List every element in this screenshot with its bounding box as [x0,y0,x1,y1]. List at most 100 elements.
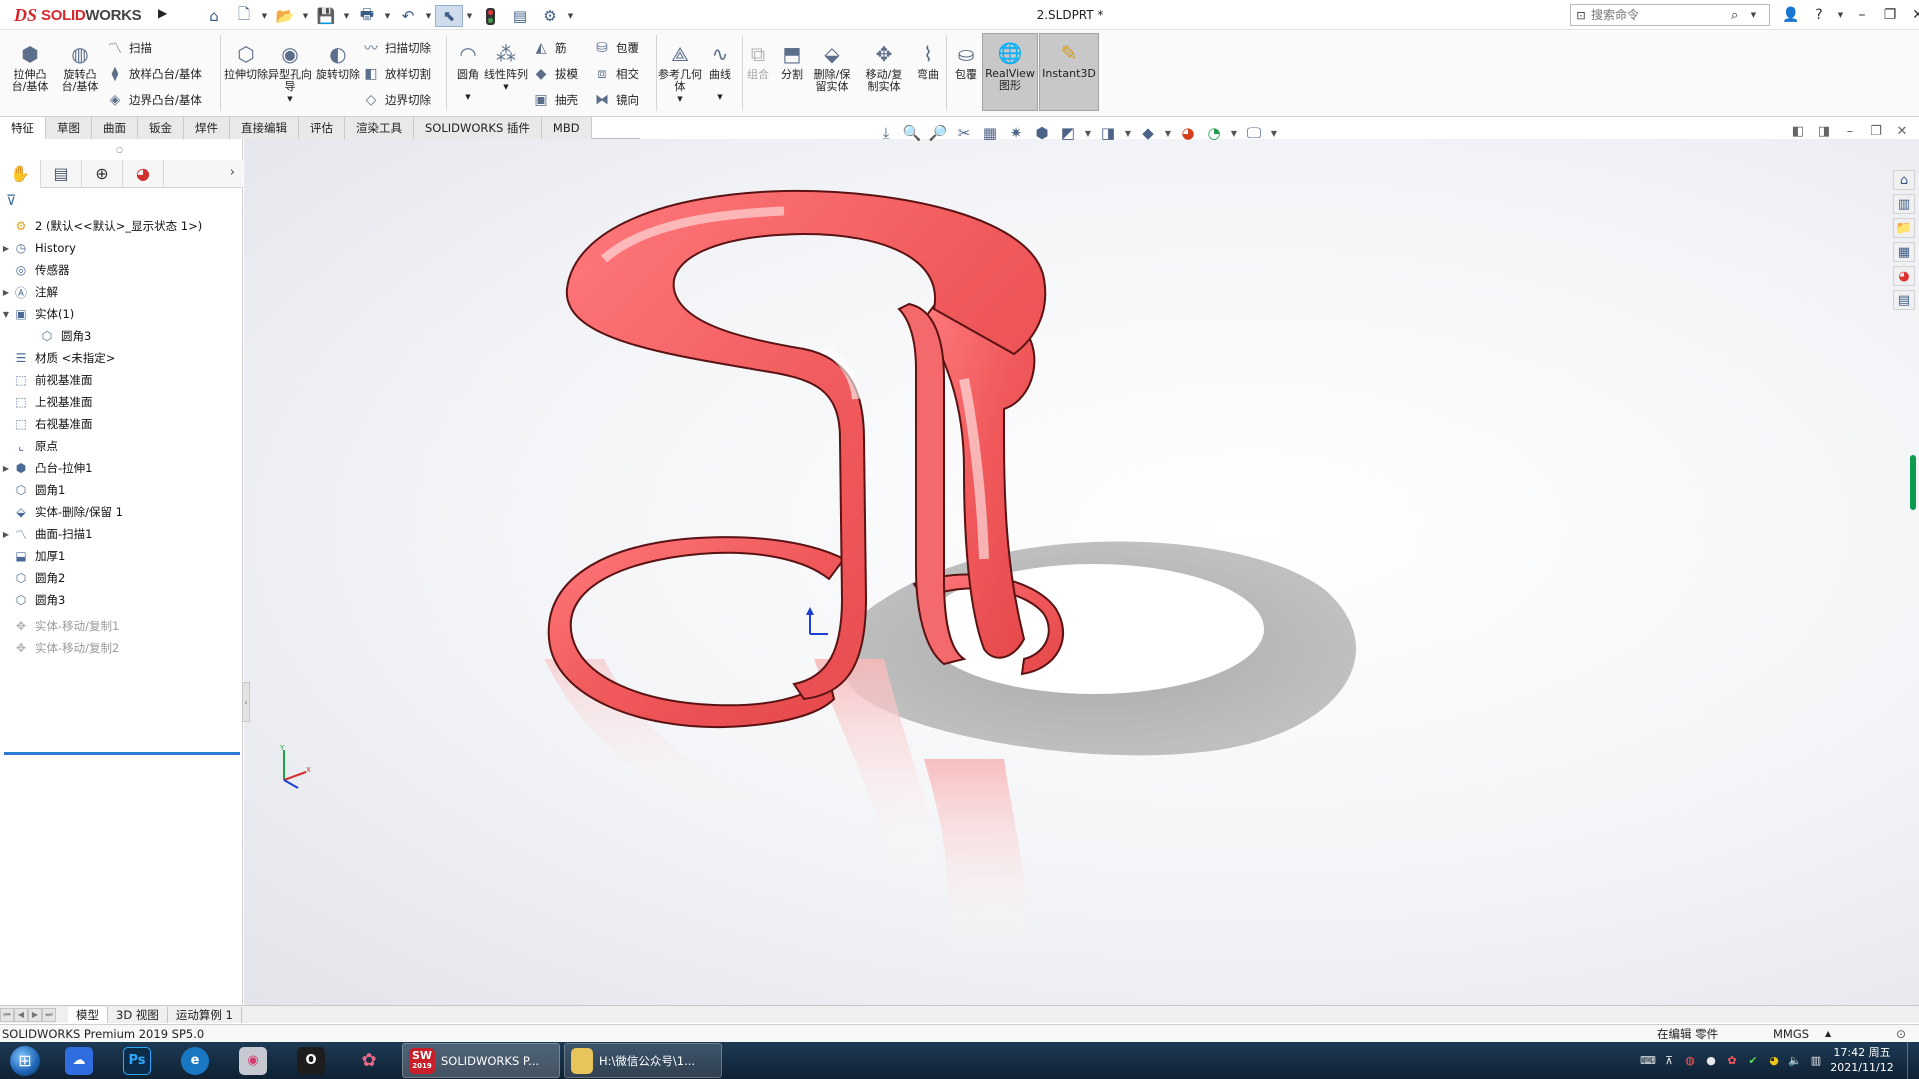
hide-show-items-icon[interactable]: ◩ [1057,122,1079,144]
display-manager-tab-icon[interactable]: ◕ [123,159,164,188]
display-style-icon[interactable]: ⬢ [1031,122,1053,144]
tab-evaluate[interactable]: 评估 [299,117,345,139]
user-icon[interactable]: 👤 [1780,4,1802,26]
file-properties-icon[interactable]: ▤ [506,5,534,27]
tree-item-sensors[interactable]: ◎ 传感器 [0,259,243,281]
scroll-indicator[interactable] [1910,455,1916,510]
revolve-cut-button[interactable]: ◐ 旋转切除 [316,35,360,109]
custom-properties-icon[interactable]: ▤ [1893,290,1915,310]
curves-dropdown-icon[interactable]: ▼ [717,91,722,103]
expand-arrow-icon[interactable]: ▶ [0,530,12,539]
tray-recorder-icon[interactable]: ● [1703,1053,1719,1069]
intersect-button[interactable]: ⧈ 相交 [593,63,639,85]
tree-item-thicken1[interactable]: ⬓ 加厚1 [0,545,243,567]
tab-mbd[interactable]: MBD [541,117,592,139]
search-input[interactable] [1591,6,1731,24]
dynamic-annotation-icon[interactable]: ▦ [979,122,1001,144]
reference-geometry-button[interactable]: ⟁ 参考几何体 ▼ [658,35,702,109]
boundary-boss-button[interactable]: ◈ 边界凸台/基体 [106,89,202,111]
home-icon[interactable]: ⌂ [200,5,228,27]
realview-button[interactable]: 🌐 RealView图形 [982,33,1038,111]
tree-item-root[interactable]: ⚙ 2 (默认<<默认>_显示状态 1>) [0,215,243,237]
tree-item-body-move-copy1[interactable]: ✥ 实体-移动/复制1 [0,615,243,637]
tab-solidworks-addins[interactable]: SOLIDWORKS 插件 [414,117,542,139]
hole-wizard-dropdown-icon[interactable]: ▼ [287,93,292,105]
appearance-dropdown-icon[interactable]: ▼ [1123,122,1133,144]
command-search-icon[interactable]: ⊡ [1571,5,1591,25]
tray-security-icon[interactable]: ✔ [1745,1053,1761,1069]
configuration-manager-tab-icon[interactable]: ⊕ [82,159,123,188]
monitor-icon[interactable]: 🖵 [1243,122,1265,144]
tab-weldments[interactable]: 焊件 [184,117,230,139]
instant3d-button[interactable]: ✎ Instant3D [1039,33,1099,111]
prev-tab-arrow-icon[interactable]: ◀ [14,1007,28,1022]
unit-system-dropdown-icon[interactable]: ▲ [1825,1029,1831,1038]
start-button[interactable]: ⊞ [0,1042,50,1079]
expand-arrow-icon[interactable]: ▶ [0,464,12,473]
tree-item-origin[interactable]: ⌞ 原点 [0,435,243,457]
select-arrow-icon[interactable]: ⬉ [435,5,463,27]
realview-settings-icon[interactable]: ◔ [1203,122,1225,144]
hide-show-dropdown-icon[interactable]: ▼ [1083,122,1093,144]
graphics-area[interactable]: Y X [244,139,1919,1005]
wrap-button[interactable]: ⛁ 包覆 [593,37,639,59]
print-dropdown-icon[interactable]: ▼ [383,5,392,27]
viewport-tile-left-icon[interactable]: ◧ [1788,122,1808,140]
loft-boss-button[interactable]: ⧫ 放样凸台/基体 [106,63,202,85]
zoom-to-area-icon[interactable]: 🔍 [901,122,923,144]
panel-grip-icon[interactable]: ○ [116,145,123,154]
revolve-boss-button[interactable]: ◍ 旋转凸台/基体 [58,35,102,109]
tray-tool-icon[interactable]: ✿ [1724,1053,1740,1069]
next-tab-arrow-icon[interactable]: ▶ [28,1007,42,1022]
viewport-restore-icon[interactable]: ❐ [1866,122,1886,140]
tab-3d-views[interactable]: 3D 视图 [108,1006,168,1023]
shell-button[interactable]: ▣ 抽壳 [532,89,578,111]
expand-arrow-icon[interactable]: ▶ [0,244,12,253]
tree-item-right-plane[interactable]: ⬚ 右视基准面 [0,413,243,435]
design-library-icon[interactable]: ▥ [1893,194,1915,214]
last-tab-arrow-icon[interactable]: ⏭ [42,1007,56,1022]
zoom-to-fit-icon[interactable]: ⤓ [875,122,897,144]
solidworks-resources-icon[interactable]: ⌂ [1893,170,1915,190]
apply-scene-icon[interactable]: ◆ [1137,122,1159,144]
panel-collapse-handle[interactable]: ‹ [242,682,250,722]
restore-icon[interactable]: ❐ [1879,4,1901,26]
system-clock[interactable]: 17:42 周五 2021/11/12 [1830,1045,1894,1075]
tree-item-body-fillet3[interactable]: ⬡ 圆角3 [0,325,243,347]
tab-sketch[interactable]: 草图 [46,117,92,139]
tree-item-fillet2[interactable]: ⬡ 圆角2 [0,567,243,589]
taskbar-pin-media[interactable]: ◉ [224,1043,282,1078]
network-icon[interactable]: ▥ [1808,1053,1824,1069]
rollback-bar[interactable] [4,752,240,755]
file-explorer-icon[interactable]: 📁 [1893,218,1915,238]
hole-wizard-button[interactable]: ◉ 异型孔向导 ▼ [268,35,312,109]
tree-item-annotations[interactable]: ▶ Ⓐ 注解 [0,281,243,303]
feature-manager-tab-icon[interactable]: ✋ [0,159,41,188]
unit-system-selector[interactable]: MMGS [1773,1027,1809,1041]
rebuild-traffic-light-icon[interactable] [476,5,504,27]
help-icon[interactable]: ? [1808,4,1830,26]
model-3d-render[interactable] [244,139,1919,1005]
monitor-dropdown-icon[interactable]: ▼ [1269,122,1279,144]
minimize-icon[interactable]: – [1851,4,1873,26]
panel-expand-chevron-icon[interactable]: › [230,165,235,180]
search-dropdown-icon[interactable]: ▼ [1749,4,1758,26]
tree-item-top-plane[interactable]: ⬚ 上视基准面 [0,391,243,413]
open-dropdown-icon[interactable]: ▼ [301,5,310,27]
menu-expand-icon[interactable]: ▶ [158,6,167,20]
taskbar-task-explorer[interactable]: H:\微信公众号\1... [564,1043,722,1078]
close-icon[interactable]: ✕ [1907,4,1919,26]
taskbar-pin-tool[interactable]: ✿ [340,1043,398,1078]
tree-item-history[interactable]: ▶ ◷ History [0,237,243,259]
extrude-boss-button[interactable]: ⬢ 拉伸凸台/基体 [8,35,52,109]
tree-item-fillet3[interactable]: ⬡ 圆角3 [0,589,243,611]
volume-icon[interactable]: 🔈 [1787,1053,1803,1069]
first-tab-arrow-icon[interactable]: ⏮ [0,1007,14,1022]
solidworks-logo[interactable]: DS SOLIDWORKS [14,4,154,26]
split-button[interactable]: ⬒ 分割 [770,35,814,109]
select-dropdown-icon[interactable]: ▼ [465,5,474,27]
taskbar-pin-edge[interactable]: e [166,1043,224,1078]
appearances-icon[interactable]: ◕ [1893,266,1915,286]
edit-appearance-icon[interactable]: ◨ [1097,122,1119,144]
extrude-cut-button[interactable]: ⬡ 拉伸切除 [224,35,268,109]
